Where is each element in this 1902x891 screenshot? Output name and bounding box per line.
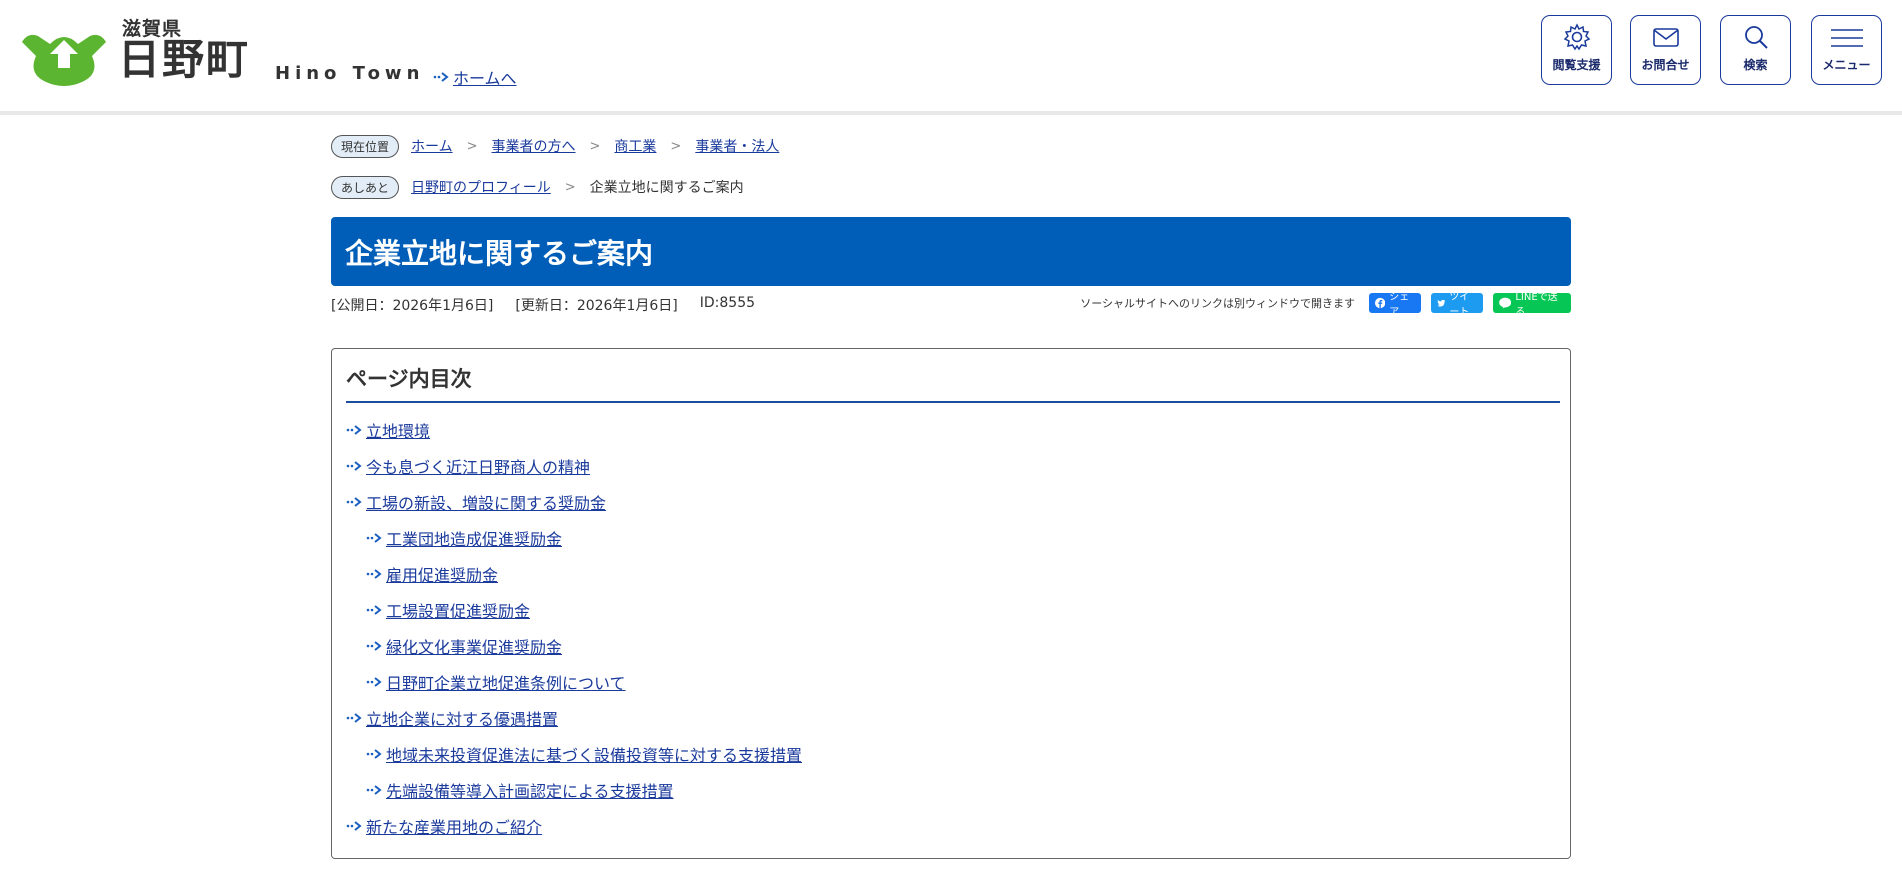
footprint-item-current: 企業立地に関するご案内 [589, 180, 744, 196]
contact-label: お問合せ [1641, 58, 1690, 72]
arrow-right-icon [366, 533, 382, 543]
site-header: 滋賀県 日野町 Hino Town ホームへ 閲覧支援 お問合せ 検索 メニュー [0, 0, 1902, 115]
facebook-icon [1375, 297, 1386, 309]
toc-subitem[interactable]: 先端設備等導入計画認定による支援措置 [366, 778, 674, 802]
toc-subitem[interactable]: 緑化文化事業促進奨励金 [366, 634, 562, 658]
line-send-button[interactable]: LINEで送る [1493, 292, 1571, 318]
page-id: ID:8555 [699, 295, 756, 311]
toc-item[interactable]: 工場の新設、増設に関する奨励金 [346, 490, 606, 514]
gear-icon [1563, 23, 1590, 51]
page-meta: [公開日：2026年1月6日] [更新日：2026年1月6日] ID:8555 [331, 295, 755, 315]
social-note: ソーシャルサイトへのリンクは別ウィンドウで開きます [1080, 297, 1355, 310]
search-button[interactable]: 検索 [1720, 15, 1791, 85]
chevron-right-icon: > [589, 138, 601, 154]
arrow-right-icon [366, 605, 382, 615]
menu-button[interactable]: メニュー [1811, 15, 1882, 85]
arrow-right-icon [366, 677, 382, 687]
mail-icon [1652, 28, 1679, 47]
toc-item[interactable]: 今も息づく近江日野商人の精神 [346, 454, 590, 478]
breadcrumb-item-home[interactable]: ホーム [411, 136, 453, 156]
twitter-bird-icon [1437, 299, 1446, 307]
accessibility-button[interactable]: 閲覧支援 [1541, 15, 1612, 85]
home-link[interactable]: ホームへ [433, 65, 517, 89]
line-send-label: LINEで送る [1515, 292, 1558, 318]
facebook-share-button[interactable]: シェア [1369, 292, 1421, 318]
toc-link[interactable]: 緑化文化事業促進奨励金 [386, 634, 562, 658]
arrow-right-icon [346, 461, 362, 471]
footprint-label: あしあと [331, 175, 400, 199]
search-label: 検索 [1743, 58, 1768, 72]
toc-box: ページ内目次 立地環境 今も息づく近江日野商人の精神 工場の新設、増設に関する奨… [331, 348, 1571, 859]
toc-link[interactable]: 雇用促進奨励金 [386, 562, 498, 586]
footprint-item-profile[interactable]: 日野町のプロフィール [411, 177, 551, 197]
menu-label: メニュー [1822, 58, 1871, 72]
arrow-right-icon [366, 569, 382, 579]
toc-subitem[interactable]: 地域未来投資促進法に基づく設備投資等に対する支援措置 [366, 742, 802, 766]
chevron-right-icon: > [670, 138, 682, 154]
toc-item[interactable]: 新たな産業用地のご紹介 [346, 814, 542, 838]
toc-link[interactable]: 工場の新設、増設に関する奨励金 [366, 490, 606, 514]
arrow-right-icon [366, 749, 382, 759]
logo-town-name[interactable]: 日野町 [118, 36, 250, 84]
logo-english-name: Hino Town [275, 63, 425, 84]
toc-heading: ページ内目次 [346, 367, 472, 391]
twitter-tweet-button[interactable]: ツイート [1431, 292, 1483, 318]
toc-link[interactable]: 工場設置促進奨励金 [386, 598, 530, 622]
home-link-label[interactable]: ホームへ [453, 65, 517, 89]
toc-link[interactable]: 先端設備等導入計画認定による支援措置 [386, 778, 674, 802]
facebook-share-label: シェア [1389, 292, 1410, 318]
footprint-trail: あしあと 日野町のプロフィール > 企業立地に関するご案内 [331, 175, 744, 199]
arrow-right-icon [366, 641, 382, 651]
breadcrumb: 現在位置 ホーム > 事業者の方へ > 商工業 > 事業者・法人 [331, 134, 779, 158]
contact-button[interactable]: お問合せ [1630, 15, 1701, 85]
search-icon [1744, 26, 1768, 49]
breadcrumb-item-commerce[interactable]: 商工業 [614, 136, 656, 156]
toc-link[interactable]: 今も息づく近江日野商人の精神 [366, 454, 590, 478]
twitter-tweet-label: ツイート [1449, 292, 1470, 318]
arrow-right-icon [346, 425, 362, 435]
toc-link[interactable]: 工業団地造成促進奨励金 [386, 526, 562, 550]
toc-subitem[interactable]: 工業団地造成促進奨励金 [366, 526, 562, 550]
toc-item[interactable]: 立地企業に対する優遇措置 [346, 706, 558, 730]
breadcrumb-item-business[interactable]: 事業者の方へ [492, 136, 576, 156]
toc-link[interactable]: 日野町企業立地促進条例について [386, 670, 626, 694]
arrow-right-icon [366, 785, 382, 795]
updated-date: [更新日：2026年1月6日] [515, 298, 678, 314]
chevron-right-icon: > [564, 179, 576, 195]
line-icon [1499, 297, 1512, 309]
toc-subitem[interactable]: 工場設置促進奨励金 [366, 598, 530, 622]
arrow-right-icon [346, 497, 362, 507]
toc-link[interactable]: 立地企業に対する優遇措置 [366, 706, 558, 730]
social-share: ソーシャルサイトへのリンクは別ウィンドウで開きます シェア ツイート LINEで… [1080, 292, 1571, 318]
toc-link[interactable]: 地域未来投資促進法に基づく設備投資等に対する支援措置 [386, 742, 802, 766]
breadcrumb-label: 現在位置 [331, 134, 400, 158]
toc-link[interactable]: 新たな産業用地のご紹介 [366, 814, 542, 838]
hamburger-menu-icon [1830, 29, 1863, 47]
toc-subitem[interactable]: 雇用促進奨励金 [366, 562, 498, 586]
accessibility-label: 閲覧支援 [1552, 58, 1601, 72]
town-emblem-icon[interactable] [20, 28, 108, 86]
toc-link[interactable]: 立地環境 [366, 418, 430, 442]
arrow-right-icon [433, 72, 449, 82]
arrow-right-icon [346, 713, 362, 723]
arrow-right-icon [346, 821, 362, 831]
breadcrumb-item-corporations[interactable]: 事業者・法人 [695, 136, 779, 156]
page-title: 企業立地に関するご案内 [345, 236, 654, 270]
published-date: [公開日：2026年1月6日] [331, 298, 494, 314]
chevron-right-icon: > [466, 138, 478, 154]
toc-subitem[interactable]: 日野町企業立地促進条例について [366, 670, 626, 694]
page-title-bar: 企業立地に関するご案内 [331, 217, 1571, 286]
toc-item[interactable]: 立地環境 [346, 418, 430, 442]
toc-header: ページ内目次 [346, 363, 1560, 403]
